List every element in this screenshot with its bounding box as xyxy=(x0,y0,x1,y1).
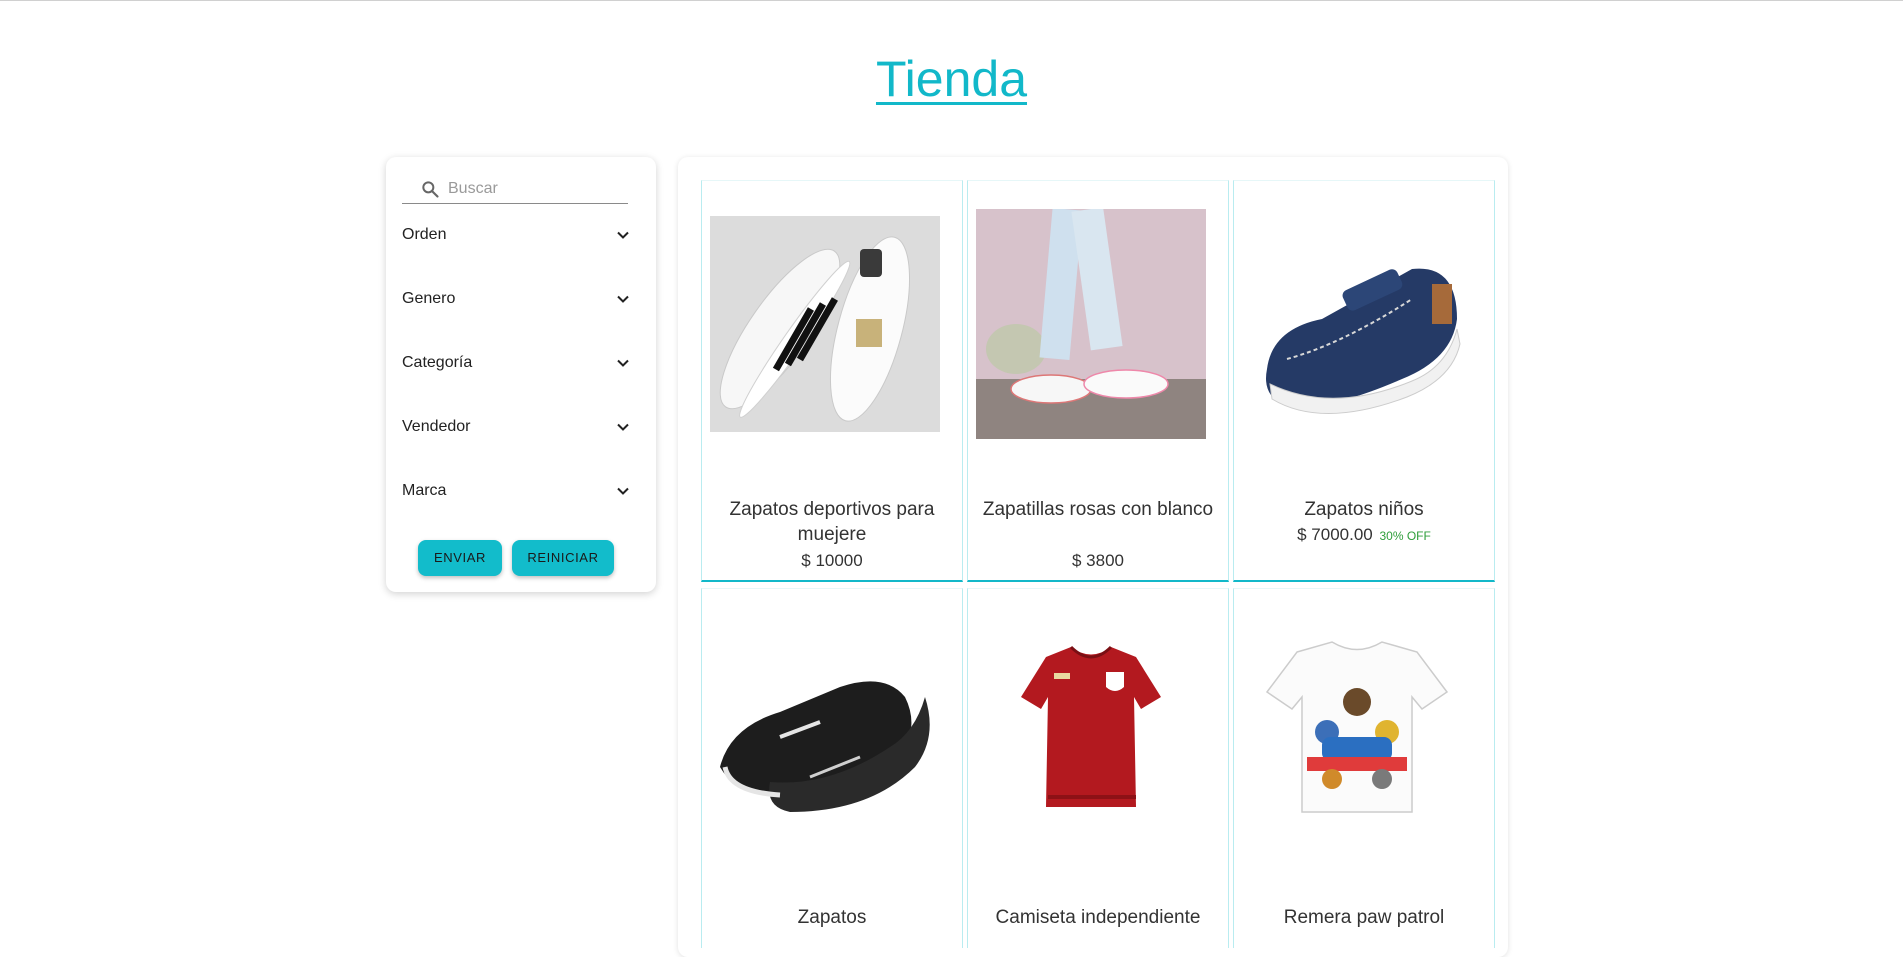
price-value: $ 7000.00 xyxy=(1297,525,1373,544)
product-name: Zapatillas rosas con blanco xyxy=(982,499,1214,520)
price-value: $ 3800 xyxy=(1072,551,1124,570)
search-input[interactable] xyxy=(448,177,618,201)
filter-label: Orden xyxy=(402,226,447,243)
filter-panel: Orden Genero Categoría Vendedor Marca EN… xyxy=(386,157,656,592)
filter-label: Genero xyxy=(402,290,456,307)
product-card[interactable]: Zapatos deportivos para muejere $ 10000 xyxy=(701,180,963,582)
chevron-down-icon xyxy=(617,295,629,303)
chevron-down-icon xyxy=(617,231,629,239)
discount-badge: 30% OFF xyxy=(1379,529,1431,543)
product-name: Remera paw patrol xyxy=(1283,907,1445,928)
product-name: Zapatos deportivos para muejere xyxy=(729,499,935,545)
product-image xyxy=(1021,645,1161,807)
filter-marca[interactable]: Marca xyxy=(402,476,642,506)
filter-label: Categoría xyxy=(402,354,473,371)
product-name: Zapatos xyxy=(797,907,867,928)
filter-orden[interactable]: Orden xyxy=(402,220,642,250)
search-icon xyxy=(422,181,439,198)
product-name: Zapatos niños xyxy=(1304,499,1424,520)
filter-label: Marca xyxy=(402,482,447,499)
page-title[interactable]: Tienda xyxy=(0,50,1903,108)
top-divider xyxy=(0,0,1903,1)
chevron-down-icon xyxy=(617,487,629,495)
product-image xyxy=(720,681,930,812)
product-price: $ 3800 xyxy=(978,551,1218,571)
product-card[interactable]: Zapatillas rosas con blanco $ 3800 xyxy=(967,180,1229,582)
product-card[interactable]: Zapatos xyxy=(701,588,963,948)
product-image xyxy=(976,209,1206,439)
reset-button[interactable]: REINICIAR xyxy=(512,540,614,576)
product-card[interactable]: Zapatos niños $ 7000.00 30% OFF xyxy=(1233,180,1495,582)
product-grid: Zapatos deportivos para muejere $ 10000 … xyxy=(678,157,1508,957)
filter-vendedor[interactable]: Vendedor xyxy=(402,412,642,442)
product-card[interactable]: Camiseta independiente xyxy=(967,588,1229,948)
filter-genero[interactable]: Genero xyxy=(402,284,642,314)
submit-button[interactable]: ENVIAR xyxy=(418,540,502,576)
product-price: $ 10000 xyxy=(712,551,952,571)
product-card[interactable]: Remera paw patrol xyxy=(1233,588,1495,948)
search-field[interactable] xyxy=(402,175,628,204)
price-value: $ 10000 xyxy=(801,551,863,570)
chevron-down-icon xyxy=(617,359,629,367)
filter-categoria[interactable]: Categoría xyxy=(402,348,642,378)
filter-label: Vendedor xyxy=(402,418,471,435)
product-image xyxy=(1265,641,1449,813)
product-price: $ 7000.00 30% OFF xyxy=(1244,525,1484,545)
chevron-down-icon xyxy=(617,423,629,431)
product-image xyxy=(710,216,940,432)
product-image xyxy=(1266,268,1461,414)
product-name: Camiseta independiente xyxy=(995,907,1201,928)
